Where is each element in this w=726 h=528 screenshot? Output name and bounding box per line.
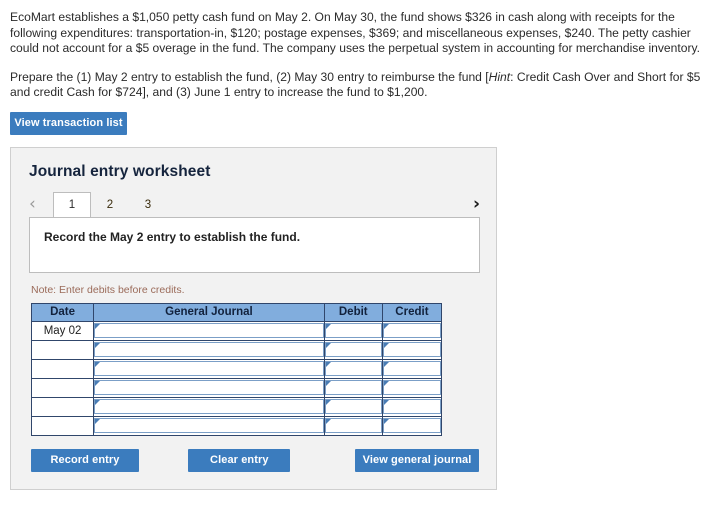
debit-input[interactable] [324, 399, 382, 415]
problem-paragraph-1: EcoMart establishes a $1,050 petty cash … [10, 10, 700, 56]
debit-cell [323, 358, 383, 379]
tab-2[interactable]: 2 [91, 192, 129, 217]
worksheet-tabs: ‹ 1 2 3 › [11, 191, 496, 217]
debit-input[interactable] [324, 342, 382, 358]
view-transaction-list-button[interactable]: View transaction list [10, 111, 127, 135]
column-header-date: Date [30, 302, 95, 322]
debit-cell [323, 377, 383, 398]
credit-input[interactable] [382, 399, 441, 415]
table-row [30, 415, 443, 436]
tab-3[interactable]: 3 [129, 192, 167, 217]
chevron-right-icon[interactable]: › [473, 192, 480, 217]
debit-cell [323, 339, 383, 360]
debit-input[interactable] [324, 323, 382, 339]
chevron-left-icon[interactable]: ‹ [29, 192, 36, 217]
credit-input[interactable] [382, 361, 441, 377]
toolbar: View transaction list [0, 101, 726, 135]
column-header-general-journal: General Journal [93, 302, 325, 322]
credit-cell [381, 415, 443, 436]
column-header-debit: Debit [323, 302, 383, 322]
debit-input[interactable] [324, 380, 382, 396]
credit-input[interactable] [382, 342, 441, 358]
column-header-credit: Credit [381, 302, 443, 322]
general-journal-input[interactable] [94, 323, 324, 339]
date-cell[interactable] [30, 358, 95, 379]
debit-cell [323, 396, 383, 417]
credit-input[interactable] [382, 323, 441, 339]
table-row [30, 358, 443, 379]
tab-list: 1 2 3 [53, 191, 167, 217]
credit-input[interactable] [382, 418, 441, 434]
credit-input[interactable] [382, 380, 441, 396]
problem-paragraph-2-text-before-hint: Prepare the (1) May 2 entry to establish… [10, 69, 489, 84]
credit-cell [381, 320, 443, 341]
instruction-panel: Record the May 2 entry to establish the … [29, 216, 480, 273]
journal-entry-worksheet-card: Journal entry worksheet ‹ 1 2 3 › Record… [10, 146, 497, 490]
action-buttons: Record entry Clear entry View general jo… [11, 436, 496, 473]
general-journal-input[interactable] [94, 342, 324, 358]
general-journal-cell [93, 358, 325, 379]
debit-input[interactable] [324, 418, 382, 434]
record-entry-button[interactable]: Record entry [31, 448, 139, 472]
general-journal-cell [93, 396, 325, 417]
general-journal-input[interactable] [94, 399, 324, 415]
tab-1[interactable]: 1 [53, 191, 91, 217]
table-row [30, 339, 443, 360]
journal-table-container: Date General Journal Debit Credit May 02 [11, 296, 496, 436]
problem-paragraph-2: Prepare the (1) May 2 entry to establish… [10, 70, 718, 101]
general-journal-input[interactable] [94, 361, 324, 377]
credit-cell [381, 339, 443, 360]
general-journal-cell [93, 415, 325, 436]
date-cell[interactable]: May 02 [30, 320, 95, 341]
debit-input[interactable] [324, 361, 382, 377]
worksheet-title: Journal entry worksheet [29, 162, 211, 180]
date-cell[interactable] [30, 415, 95, 436]
general-journal-input[interactable] [94, 418, 324, 434]
general-journal-input[interactable] [94, 380, 324, 396]
debit-cell [323, 320, 383, 341]
credit-cell [381, 358, 443, 379]
table-row [30, 377, 443, 398]
hint-label: Hint [488, 69, 511, 84]
view-general-journal-button[interactable]: View general journal [355, 448, 479, 472]
general-journal-cell [93, 320, 325, 341]
table-row: May 02 [30, 320, 443, 341]
general-journal-cell [93, 339, 325, 360]
instruction-text: Record the May 2 entry to establish the … [44, 229, 301, 244]
date-cell[interactable] [30, 377, 95, 398]
date-cell[interactable] [30, 339, 95, 360]
credit-cell [381, 377, 443, 398]
problem-statement: EcoMart establishes a $1,050 petty cash … [0, 0, 726, 101]
debit-cell [323, 415, 383, 436]
general-journal-cell [93, 377, 325, 398]
table-header-row: Date General Journal Debit Credit [30, 302, 443, 322]
debits-before-credits-note: Note: Enter debits before credits. [31, 283, 185, 296]
clear-entry-button[interactable]: Clear entry [188, 448, 291, 472]
table-row [30, 396, 443, 417]
credit-cell [381, 396, 443, 417]
date-cell[interactable] [30, 396, 95, 417]
journal-entry-table: Date General Journal Debit Credit May 02 [30, 302, 443, 436]
